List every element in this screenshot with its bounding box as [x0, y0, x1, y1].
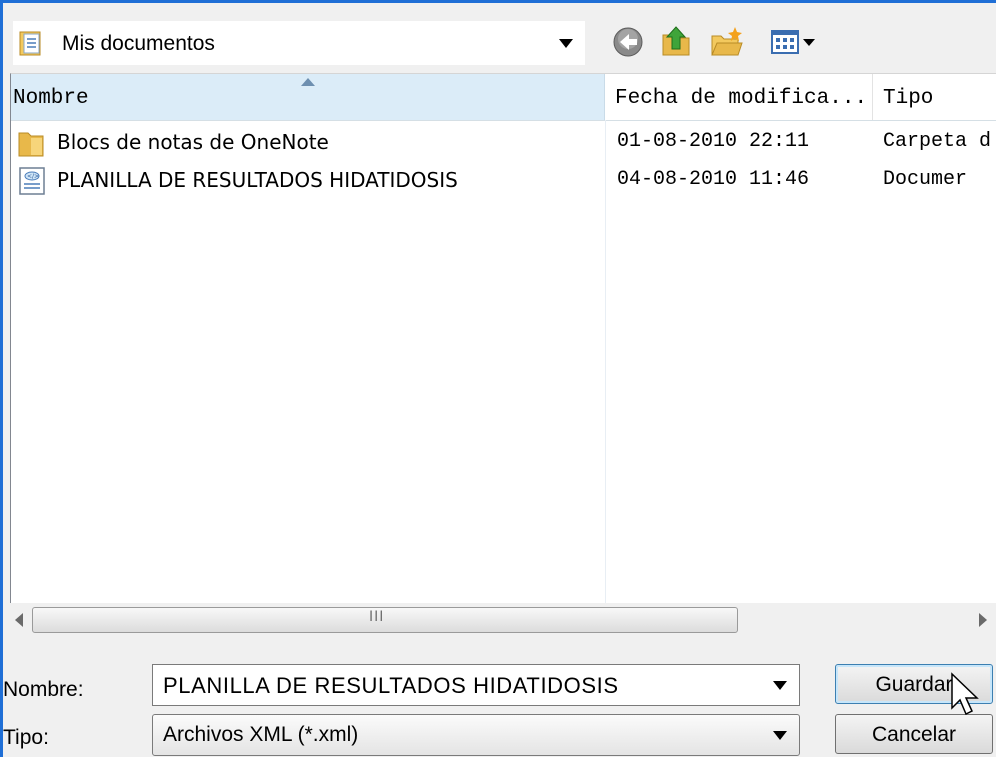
file-type: Documer: [883, 168, 968, 191]
column-header-name[interactable]: Nombre: [11, 74, 605, 120]
cancel-button[interactable]: Cancelar: [835, 714, 993, 754]
folder-icon: [18, 132, 44, 157]
up-folder-icon[interactable]: [659, 25, 693, 59]
file-date: 04-08-2010 11:46: [617, 168, 810, 191]
list-item[interactable]: </> PLANILLA DE RESULTADOS HIDATIDOSIS 0…: [11, 164, 996, 198]
mouse-cursor-icon: [951, 672, 979, 716]
filetype-value: Archivos XML (*.xml): [163, 723, 359, 746]
scroll-right-icon[interactable]: [978, 613, 988, 627]
back-icon[interactable]: [611, 25, 645, 59]
column-header-date[interactable]: Fecha de modifica...: [605, 74, 873, 120]
column-header-name-label: Nombre: [13, 87, 89, 110]
window-frame-left: [0, 0, 3, 757]
file-date: 01-08-2010 22:11: [617, 130, 810, 153]
list-item[interactable]: Blocs de notas de OneNote 01-08-2010 22:…: [11, 126, 996, 160]
scrollbar-thumb[interactable]: III: [32, 607, 738, 633]
scrollbar-grip: III: [369, 609, 385, 625]
file-type: Carpeta d: [883, 130, 992, 153]
column-header-type[interactable]: Tipo: [873, 74, 996, 120]
column-header-type-label: Tipo: [883, 87, 934, 110]
location-dropdown[interactable]: Mis documentos: [13, 21, 585, 65]
toolbar: Mis documentos: [3, 3, 996, 73]
folder-icon: [19, 31, 41, 56]
filename-label: Nombre:: [3, 678, 84, 701]
chevron-down-icon[interactable]: [773, 731, 787, 741]
chevron-down-icon[interactable]: [773, 681, 787, 691]
filename-value: PLANILLA DE RESULTADOS HIDATIDOSIS: [163, 673, 619, 698]
filename-input[interactable]: PLANILLA DE RESULTADOS HIDATIDOSIS: [152, 664, 800, 706]
file-name: PLANILLA DE RESULTADOS HIDATIDOSIS: [57, 168, 458, 192]
chevron-down-icon[interactable]: [559, 39, 573, 49]
view-menu-icon[interactable]: [769, 25, 821, 59]
scroll-left-icon[interactable]: [14, 613, 24, 627]
column-header-row: Nombre Fecha de modifica... Tipo: [11, 74, 996, 121]
filetype-label: Tipo:: [3, 726, 49, 749]
file-name: Blocs de notas de OneNote: [57, 130, 329, 154]
file-list[interactable]: Nombre Fecha de modifica... Tipo Blocs d…: [10, 73, 996, 604]
location-label: Mis documentos: [62, 32, 215, 55]
new-folder-icon[interactable]: [709, 25, 743, 59]
filetype-select[interactable]: Archivos XML (*.xml): [152, 714, 800, 756]
svg-text:</>: </>: [27, 173, 39, 180]
xml-document-icon: </>: [19, 167, 45, 195]
sort-ascending-icon: [301, 78, 315, 86]
column-header-date-label: Fecha de modifica...: [615, 87, 868, 110]
horizontal-scrollbar[interactable]: III: [10, 603, 996, 637]
